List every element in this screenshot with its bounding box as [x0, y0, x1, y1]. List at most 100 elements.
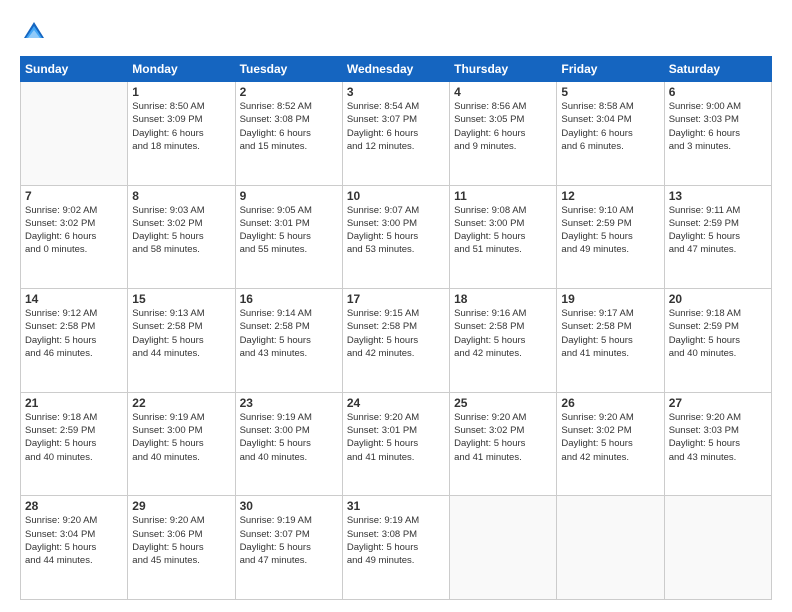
col-header-sunday: Sunday — [21, 57, 128, 82]
week-row-3: 14Sunrise: 9:12 AM Sunset: 2:58 PM Dayli… — [21, 289, 772, 393]
day-number: 29 — [132, 499, 230, 513]
day-cell: 24Sunrise: 9:20 AM Sunset: 3:01 PM Dayli… — [342, 392, 449, 496]
day-cell: 19Sunrise: 9:17 AM Sunset: 2:58 PM Dayli… — [557, 289, 664, 393]
day-cell: 1Sunrise: 8:50 AM Sunset: 3:09 PM Daylig… — [128, 82, 235, 186]
day-number: 12 — [561, 189, 659, 203]
day-info: Sunrise: 9:13 AM Sunset: 2:58 PM Dayligh… — [132, 307, 230, 360]
week-row-1: 1Sunrise: 8:50 AM Sunset: 3:09 PM Daylig… — [21, 82, 772, 186]
day-cell: 17Sunrise: 9:15 AM Sunset: 2:58 PM Dayli… — [342, 289, 449, 393]
day-cell: 8Sunrise: 9:03 AM Sunset: 3:02 PM Daylig… — [128, 185, 235, 289]
day-info: Sunrise: 9:18 AM Sunset: 2:59 PM Dayligh… — [669, 307, 767, 360]
day-info: Sunrise: 9:00 AM Sunset: 3:03 PM Dayligh… — [669, 100, 767, 153]
day-number: 1 — [132, 85, 230, 99]
day-number: 16 — [240, 292, 338, 306]
week-row-2: 7Sunrise: 9:02 AM Sunset: 3:02 PM Daylig… — [21, 185, 772, 289]
day-info: Sunrise: 9:19 AM Sunset: 3:08 PM Dayligh… — [347, 514, 445, 567]
day-info: Sunrise: 9:10 AM Sunset: 2:59 PM Dayligh… — [561, 204, 659, 257]
day-number: 23 — [240, 396, 338, 410]
day-cell: 6Sunrise: 9:00 AM Sunset: 3:03 PM Daylig… — [664, 82, 771, 186]
day-cell: 16Sunrise: 9:14 AM Sunset: 2:58 PM Dayli… — [235, 289, 342, 393]
day-info: Sunrise: 9:07 AM Sunset: 3:00 PM Dayligh… — [347, 204, 445, 257]
day-cell: 27Sunrise: 9:20 AM Sunset: 3:03 PM Dayli… — [664, 392, 771, 496]
col-header-tuesday: Tuesday — [235, 57, 342, 82]
day-number: 20 — [669, 292, 767, 306]
day-info: Sunrise: 9:19 AM Sunset: 3:00 PM Dayligh… — [132, 411, 230, 464]
day-cell: 13Sunrise: 9:11 AM Sunset: 2:59 PM Dayli… — [664, 185, 771, 289]
day-cell: 20Sunrise: 9:18 AM Sunset: 2:59 PM Dayli… — [664, 289, 771, 393]
col-header-monday: Monday — [128, 57, 235, 82]
day-number: 6 — [669, 85, 767, 99]
day-number: 26 — [561, 396, 659, 410]
day-cell: 30Sunrise: 9:19 AM Sunset: 3:07 PM Dayli… — [235, 496, 342, 600]
day-number: 17 — [347, 292, 445, 306]
day-info: Sunrise: 8:54 AM Sunset: 3:07 PM Dayligh… — [347, 100, 445, 153]
day-cell: 25Sunrise: 9:20 AM Sunset: 3:02 PM Dayli… — [450, 392, 557, 496]
day-cell: 10Sunrise: 9:07 AM Sunset: 3:00 PM Dayli… — [342, 185, 449, 289]
day-info: Sunrise: 9:20 AM Sunset: 3:01 PM Dayligh… — [347, 411, 445, 464]
day-cell: 18Sunrise: 9:16 AM Sunset: 2:58 PM Dayli… — [450, 289, 557, 393]
day-info: Sunrise: 9:05 AM Sunset: 3:01 PM Dayligh… — [240, 204, 338, 257]
day-number: 13 — [669, 189, 767, 203]
day-info: Sunrise: 8:58 AM Sunset: 3:04 PM Dayligh… — [561, 100, 659, 153]
day-cell: 7Sunrise: 9:02 AM Sunset: 3:02 PM Daylig… — [21, 185, 128, 289]
day-number: 31 — [347, 499, 445, 513]
day-info: Sunrise: 9:14 AM Sunset: 2:58 PM Dayligh… — [240, 307, 338, 360]
week-row-5: 28Sunrise: 9:20 AM Sunset: 3:04 PM Dayli… — [21, 496, 772, 600]
day-info: Sunrise: 9:03 AM Sunset: 3:02 PM Dayligh… — [132, 204, 230, 257]
day-cell — [21, 82, 128, 186]
day-info: Sunrise: 9:19 AM Sunset: 3:00 PM Dayligh… — [240, 411, 338, 464]
day-cell: 22Sunrise: 9:19 AM Sunset: 3:00 PM Dayli… — [128, 392, 235, 496]
day-cell: 15Sunrise: 9:13 AM Sunset: 2:58 PM Dayli… — [128, 289, 235, 393]
day-info: Sunrise: 9:20 AM Sunset: 3:06 PM Dayligh… — [132, 514, 230, 567]
day-cell: 3Sunrise: 8:54 AM Sunset: 3:07 PM Daylig… — [342, 82, 449, 186]
day-number: 21 — [25, 396, 123, 410]
day-number: 22 — [132, 396, 230, 410]
header — [20, 18, 772, 46]
day-number: 3 — [347, 85, 445, 99]
week-row-4: 21Sunrise: 9:18 AM Sunset: 2:59 PM Dayli… — [21, 392, 772, 496]
day-info: Sunrise: 9:16 AM Sunset: 2:58 PM Dayligh… — [454, 307, 552, 360]
col-header-wednesday: Wednesday — [342, 57, 449, 82]
day-cell — [557, 496, 664, 600]
day-info: Sunrise: 9:20 AM Sunset: 3:02 PM Dayligh… — [561, 411, 659, 464]
day-number: 11 — [454, 189, 552, 203]
day-number: 15 — [132, 292, 230, 306]
day-info: Sunrise: 9:12 AM Sunset: 2:58 PM Dayligh… — [25, 307, 123, 360]
day-cell: 21Sunrise: 9:18 AM Sunset: 2:59 PM Dayli… — [21, 392, 128, 496]
calendar-table: SundayMondayTuesdayWednesdayThursdayFrid… — [20, 56, 772, 600]
day-info: Sunrise: 9:02 AM Sunset: 3:02 PM Dayligh… — [25, 204, 123, 257]
day-number: 2 — [240, 85, 338, 99]
day-number: 8 — [132, 189, 230, 203]
day-info: Sunrise: 9:19 AM Sunset: 3:07 PM Dayligh… — [240, 514, 338, 567]
col-header-friday: Friday — [557, 57, 664, 82]
day-cell — [450, 496, 557, 600]
logo — [20, 18, 52, 46]
day-cell: 14Sunrise: 9:12 AM Sunset: 2:58 PM Dayli… — [21, 289, 128, 393]
day-info: Sunrise: 8:52 AM Sunset: 3:08 PM Dayligh… — [240, 100, 338, 153]
day-number: 18 — [454, 292, 552, 306]
day-info: Sunrise: 9:20 AM Sunset: 3:02 PM Dayligh… — [454, 411, 552, 464]
day-number: 5 — [561, 85, 659, 99]
day-cell: 23Sunrise: 9:19 AM Sunset: 3:00 PM Dayli… — [235, 392, 342, 496]
day-cell: 29Sunrise: 9:20 AM Sunset: 3:06 PM Dayli… — [128, 496, 235, 600]
day-number: 7 — [25, 189, 123, 203]
day-cell: 11Sunrise: 9:08 AM Sunset: 3:00 PM Dayli… — [450, 185, 557, 289]
day-cell: 9Sunrise: 9:05 AM Sunset: 3:01 PM Daylig… — [235, 185, 342, 289]
day-cell: 5Sunrise: 8:58 AM Sunset: 3:04 PM Daylig… — [557, 82, 664, 186]
day-number: 30 — [240, 499, 338, 513]
day-info: Sunrise: 9:15 AM Sunset: 2:58 PM Dayligh… — [347, 307, 445, 360]
day-number: 4 — [454, 85, 552, 99]
day-cell: 12Sunrise: 9:10 AM Sunset: 2:59 PM Dayli… — [557, 185, 664, 289]
day-number: 10 — [347, 189, 445, 203]
day-number: 24 — [347, 396, 445, 410]
day-info: Sunrise: 9:08 AM Sunset: 3:00 PM Dayligh… — [454, 204, 552, 257]
day-cell: 31Sunrise: 9:19 AM Sunset: 3:08 PM Dayli… — [342, 496, 449, 600]
day-number: 28 — [25, 499, 123, 513]
day-number: 14 — [25, 292, 123, 306]
day-cell: 2Sunrise: 8:52 AM Sunset: 3:08 PM Daylig… — [235, 82, 342, 186]
day-info: Sunrise: 9:11 AM Sunset: 2:59 PM Dayligh… — [669, 204, 767, 257]
day-info: Sunrise: 9:20 AM Sunset: 3:03 PM Dayligh… — [669, 411, 767, 464]
day-number: 25 — [454, 396, 552, 410]
day-info: Sunrise: 8:56 AM Sunset: 3:05 PM Dayligh… — [454, 100, 552, 153]
page: SundayMondayTuesdayWednesdayThursdayFrid… — [0, 0, 792, 612]
